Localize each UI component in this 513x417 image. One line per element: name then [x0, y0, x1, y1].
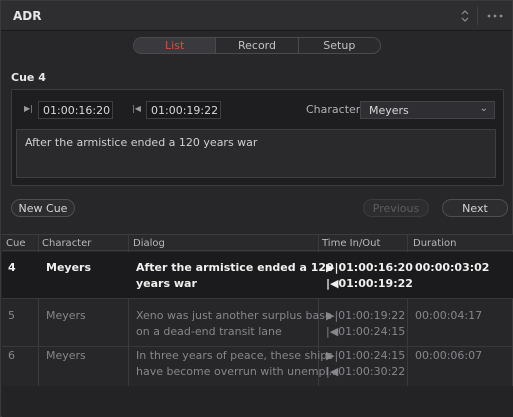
dialog-line-2: years war	[136, 277, 197, 290]
window-title: ADR	[13, 9, 42, 23]
cue-table: Cue Character Dialog Time In/Out Duratio…	[2, 234, 513, 417]
character-select[interactable]: Meyers ⌄	[360, 101, 495, 119]
table-row[interactable]: 4 Meyers After the armistice ended a 120…	[2, 252, 513, 299]
dialog-line-1: In three years of peace, these ships	[136, 349, 333, 362]
mark-out-icon: |◀	[326, 325, 339, 338]
time-in-cell: ▶|01:00:16:20	[326, 261, 413, 274]
mark-in-icon: ▶|	[326, 309, 339, 322]
column-duration[interactable]: Duration	[413, 238, 456, 249]
character-select-value: Meyers	[369, 104, 409, 117]
dialog-line-2: have become overrun with unempl...	[136, 365, 340, 378]
chevron-down-icon: ⌄	[479, 103, 488, 114]
time-in-cell: ▶|01:00:19:22	[326, 309, 406, 322]
mark-in-icon: ▶|	[24, 104, 33, 113]
table-row[interactable]: 6 Meyers In three years of peace, these …	[2, 340, 513, 387]
cue-editor: ▶| 01:00:16:20 |◀ 01:00:19:22 Character …	[11, 89, 504, 186]
dialog-textarea[interactable]: After the armistice ended a 120 years wa…	[16, 129, 496, 178]
column-dialog[interactable]: Dialog	[133, 238, 165, 249]
more-options-icon[interactable]	[485, 7, 505, 25]
mark-out-icon: |◀	[326, 277, 339, 290]
table-footer	[2, 386, 513, 417]
time-out-cell: |◀01:00:24:15	[326, 325, 406, 338]
mark-in-icon: ▶|	[326, 261, 339, 274]
time-out-cell: |◀01:00:30:22	[326, 365, 406, 378]
table-header: Cue Character Dialog Time In/Out Duratio…	[2, 234, 513, 251]
column-time-in-out[interactable]: Time In/Out	[322, 238, 380, 249]
mark-in-icon: ▶|	[326, 349, 339, 362]
expand-collapse-icon[interactable]	[456, 7, 474, 25]
dialog-line-1: Xeno was just another surplus base	[136, 309, 332, 322]
character-label: Character	[306, 103, 361, 116]
mark-out-icon: |◀	[132, 104, 141, 113]
titlebar-divider	[477, 7, 478, 25]
cue-number: 5	[8, 309, 15, 322]
column-cue[interactable]: Cue	[6, 238, 25, 249]
column-character[interactable]: Character	[42, 238, 91, 249]
dialog-line-2: on a dead-end transit lane	[136, 325, 282, 338]
previous-button[interactable]: Previous	[363, 199, 429, 217]
duration-cell: 00:00:03:02	[415, 261, 490, 274]
dialog-line-1: After the armistice ended a 120	[136, 261, 334, 274]
cue-number: 4	[8, 261, 16, 274]
time-in-field[interactable]: 01:00:16:20	[38, 101, 113, 119]
time-in-cell: ▶|01:00:24:15	[326, 349, 406, 362]
tab-list[interactable]: List	[134, 38, 217, 53]
cue-number: 6	[8, 349, 15, 362]
title-bar: ADR	[1, 1, 512, 31]
mark-out-icon: |◀	[326, 365, 339, 378]
view-tabs: List Record Setup	[133, 37, 381, 54]
tab-setup[interactable]: Setup	[299, 38, 380, 53]
character-cell: Meyers	[46, 349, 86, 362]
duration-cell: 00:00:04:17	[415, 309, 483, 322]
time-out-cell: |◀01:00:19:22	[326, 277, 413, 290]
time-out-field[interactable]: 01:00:19:22	[146, 101, 221, 119]
adr-panel: ADR List Record Setup Cue 4 ▶| 01:00:16:…	[0, 0, 513, 417]
cue-title: Cue 4	[11, 71, 46, 84]
character-cell: Meyers	[46, 309, 86, 322]
duration-cell: 00:00:06:07	[415, 349, 483, 362]
next-button[interactable]: Next	[442, 199, 508, 217]
character-cell: Meyers	[46, 261, 92, 274]
new-cue-button[interactable]: New Cue	[11, 199, 75, 217]
tab-record[interactable]: Record	[216, 38, 299, 53]
